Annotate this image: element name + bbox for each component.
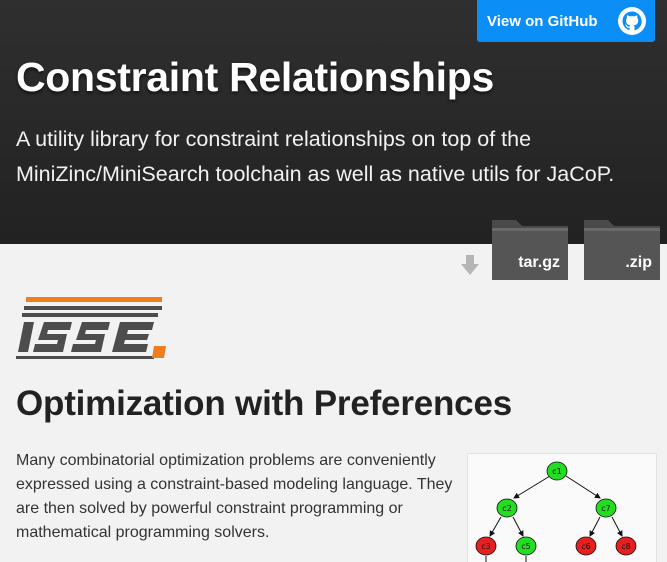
intro-paragraph: Many combinatorial optimization problems… (16, 452, 453, 541)
download-zip-label: .zip (625, 254, 652, 271)
downloads-bar: tar.gz .zip (0, 214, 667, 284)
tree-node: c5 (515, 536, 537, 556)
svg-text:c2: c2 (502, 504, 512, 513)
svg-text:c5: c5 (521, 542, 531, 551)
tree-node: c6 (575, 536, 597, 556)
svg-text:c3: c3 (481, 542, 491, 551)
tree-node: c3 (475, 536, 497, 556)
github-octocat-icon (618, 7, 646, 35)
github-button-label: View on GitHub (487, 12, 598, 30)
svg-text:c8: c8 (621, 542, 631, 551)
download-tar-gz-button[interactable]: tar.gz (490, 214, 570, 282)
svg-text:c6: c6 (581, 542, 591, 551)
tree-node: c1 (546, 461, 568, 481)
tree-node: c8 (615, 536, 637, 556)
download-tar-gz-label: tar.gz (518, 254, 560, 271)
page-header: View on GitHub Constraint Relationships … (0, 0, 667, 244)
constraint-tree-figure: c1 c2 c7 c3 c5 c6 c8 (467, 453, 657, 562)
tree-node: c7 (595, 498, 617, 518)
section-heading: Optimization with Preferences (16, 384, 512, 423)
page-title: Constraint Relationships (16, 54, 495, 100)
tree-node: c2 (496, 498, 518, 518)
svg-text:c1: c1 (552, 467, 562, 476)
svg-text:c7: c7 (601, 504, 611, 513)
isse-logo (16, 297, 166, 359)
project-tagline: A utility library for constraint relatio… (16, 127, 615, 186)
download-zip-button[interactable]: .zip (582, 214, 662, 282)
download-arrow-icon (461, 255, 479, 275)
view-on-github-button[interactable]: View on GitHub (477, 0, 655, 42)
